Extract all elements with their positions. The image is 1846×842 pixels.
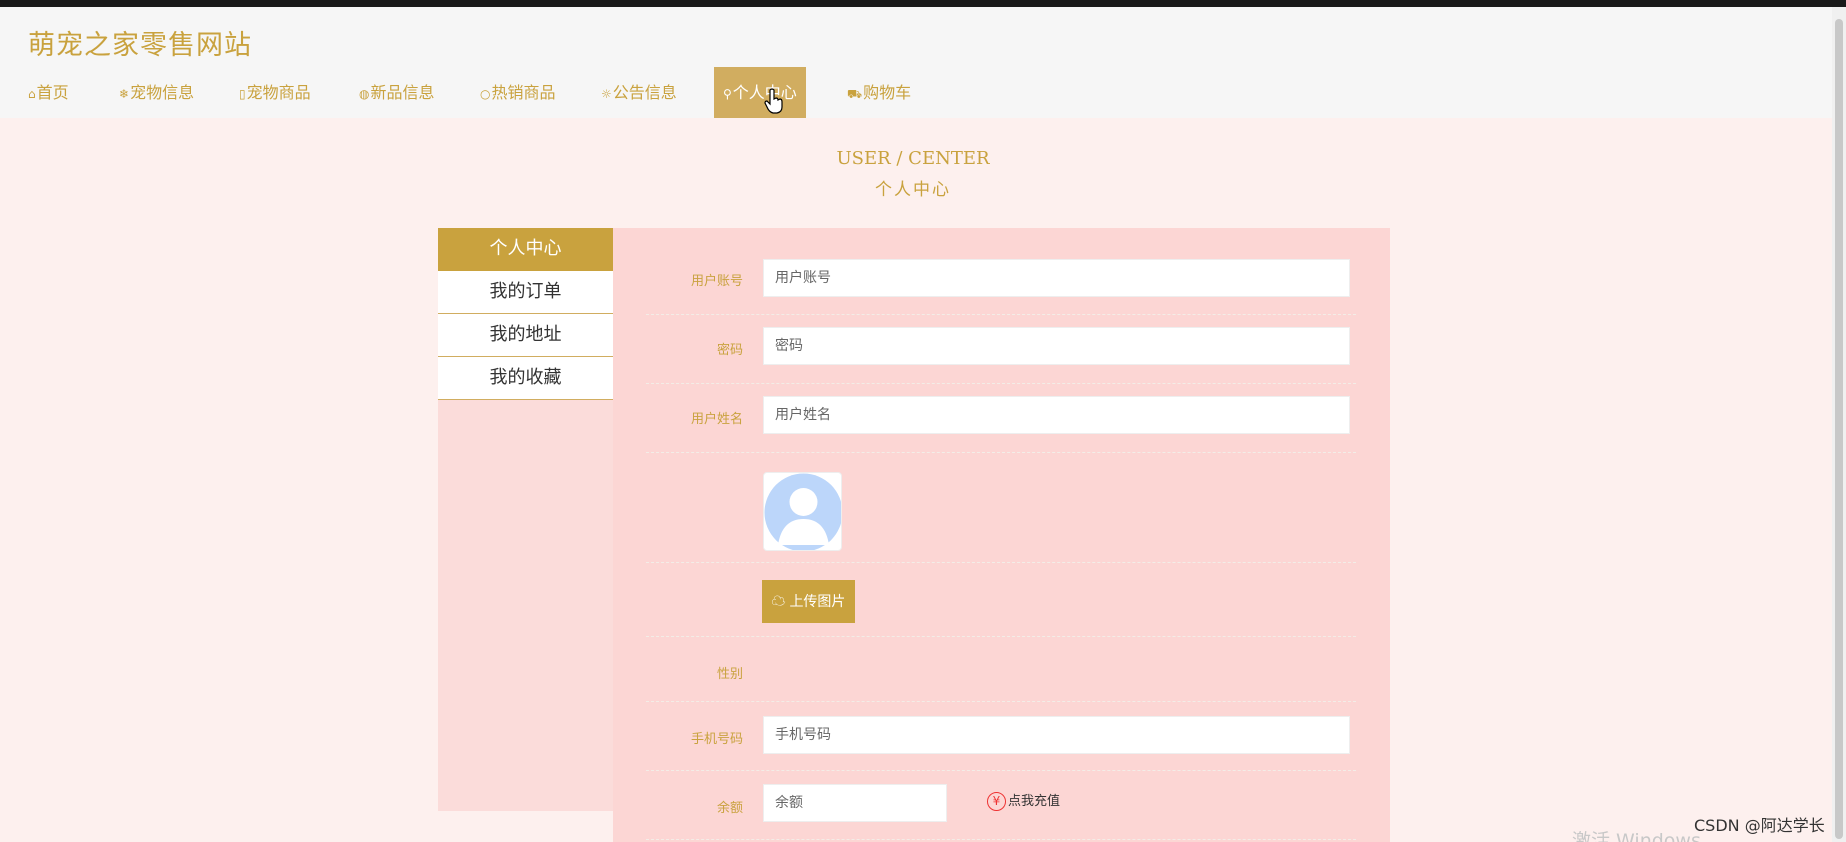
nav-item-hot-products[interactable]: ○热销商品 — [471, 67, 565, 118]
nav-label: 公告信息 — [612, 83, 677, 102]
account-label: 用户账号 — [690, 274, 743, 289]
notice-icon: ☼ — [601, 87, 612, 101]
main-nav: ⌂首页 ❄宠物信息 ▯宠物商品 ◍新品信息 ○热销商品 ☼公告信息 ⚲个人中心 … — [0, 67, 1846, 118]
account-input[interactable] — [763, 259, 1350, 297]
page-scrollbar[interactable] — [1832, 7, 1846, 842]
password-input[interactable] — [763, 327, 1350, 365]
csdn-watermark: CSDN @阿达学长 — [1694, 816, 1825, 835]
balance-input[interactable] — [763, 784, 947, 822]
page-heading: USER / CENTER 个人中心 — [0, 148, 1826, 200]
nav-item-cart[interactable]: ⛟购物车 — [838, 67, 920, 118]
nav-label: 宠物商品 — [246, 83, 311, 102]
phone-label: 手机号码 — [690, 732, 743, 747]
cart-icon: ⛟ — [847, 87, 863, 101]
hot-icon: ○ — [480, 87, 491, 101]
user-sidebar: 个人中心 我的订单 我的地址 我的收藏 — [438, 228, 613, 811]
nav-item-pet-info[interactable]: ❄宠物信息 — [110, 67, 203, 118]
cloud-upload-icon: ☁ — [771, 593, 786, 609]
site-title: 萌宠之家零售网站 — [28, 30, 252, 61]
name-input[interactable] — [763, 396, 1350, 434]
recharge-link[interactable]: ¥ 点我充值 — [987, 790, 1060, 811]
recharge-label: 点我充值 — [1008, 794, 1061, 809]
nav-label: 新品信息 — [370, 83, 435, 102]
user-icon: ⚲ — [723, 87, 732, 101]
profile-form: 用户账号 密码 用户姓名 ☁ 上传图片 性别 手机号码 余额 ¥点我充 — [613, 228, 1390, 842]
form-row-phone: 手机号码 — [646, 702, 1356, 771]
goods-icon: ▯ — [239, 87, 246, 101]
default-avatar-icon — [764, 473, 841, 550]
new-icon: ◍ — [359, 87, 370, 101]
form-row-avatar — [646, 453, 1356, 563]
page-title-en: USER / CENTER — [836, 148, 990, 169]
gender-label: 性别 — [716, 667, 743, 682]
page-title-cn: 个人中心 — [875, 180, 951, 200]
upload-image-button[interactable]: ☁ 上传图片 — [762, 580, 855, 623]
site-header: 萌宠之家零售网站 ⌂首页 ❄宠物信息 ▯宠物商品 ◍新品信息 ○热销商品 ☼公告… — [0, 7, 1846, 118]
nav-item-pet-goods[interactable]: ▯宠物商品 — [230, 67, 320, 118]
phone-input[interactable] — [763, 716, 1350, 754]
balance-label: 余额 — [716, 801, 743, 816]
nav-item-new-products[interactable]: ◍新品信息 — [350, 67, 444, 118]
nav-item-home[interactable]: ⌂首页 — [19, 67, 78, 118]
form-row-balance: 余额 ¥点我充值 — [646, 771, 1356, 840]
sidebar-item-user-center[interactable]: 个人中心 — [438, 228, 613, 271]
pet-icon: ❄ — [119, 87, 130, 101]
nav-item-notices[interactable]: ☼公告信息 — [592, 67, 686, 118]
avatar — [763, 472, 842, 551]
sidebar-item-favorites[interactable]: 我的收藏 — [438, 357, 613, 400]
nav-item-user-center[interactable]: ⚲个人中心 — [714, 67, 806, 118]
home-icon: ⌂ — [28, 87, 36, 101]
activate-windows-watermark: 激活 Windows — [1572, 830, 1701, 842]
sidebar-item-orders[interactable]: 我的订单 — [438, 271, 613, 314]
nav-label: 购物车 — [863, 83, 912, 102]
name-label: 用户姓名 — [690, 412, 743, 427]
nav-label: 首页 — [36, 83, 69, 102]
form-row-password: 密码 — [646, 315, 1356, 384]
sidebar-item-addresses[interactable]: 我的地址 — [438, 314, 613, 357]
upload-button-label: 上传图片 — [789, 593, 846, 609]
form-row-name: 用户姓名 — [646, 384, 1356, 453]
nav-label: 宠物信息 — [130, 83, 195, 102]
form-row-gender: 性别 — [646, 637, 1356, 702]
form-row-upload: ☁ 上传图片 — [646, 563, 1356, 637]
password-label: 密码 — [716, 343, 743, 358]
window-top-edge — [0, 0, 1846, 7]
scrollbar-thumb[interactable] — [1835, 19, 1843, 839]
yen-icon: ¥ — [987, 792, 1006, 811]
nav-label: 热销商品 — [491, 83, 556, 102]
form-row-account: 用户账号 — [646, 250, 1356, 315]
hand-cursor-icon — [764, 88, 783, 114]
